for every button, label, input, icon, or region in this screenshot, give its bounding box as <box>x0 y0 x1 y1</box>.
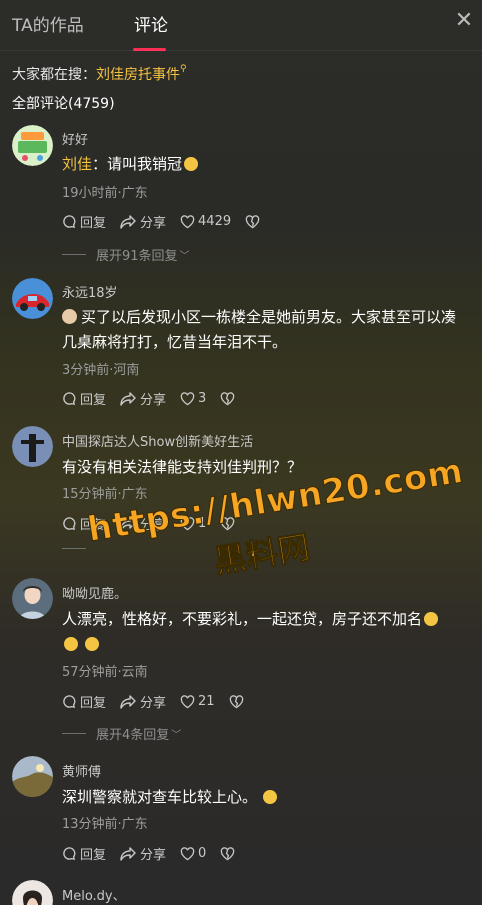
dislike-button[interactable] <box>229 694 247 709</box>
comment-text: 刘佳：请叫我销冠 <box>62 152 462 177</box>
comment-actions: 回复 分享 21 <box>62 692 261 711</box>
reply-button[interactable]: 回复 <box>62 844 106 863</box>
comment-author[interactable]: 永远18岁 <box>62 282 118 301</box>
dislike-button[interactable] <box>245 214 263 229</box>
like-button[interactable]: 1 <box>180 516 206 531</box>
like-button[interactable]: 0 <box>180 846 206 861</box>
broken-heart-icon <box>221 391 235 405</box>
comment-text: 人漂亮，性格好，不要彩礼，一起还贷，房子还不加名 <box>62 607 462 657</box>
comment-meta: 15分钟前·广东 <box>62 487 148 502</box>
share-button[interactable]: 分享 <box>120 212 166 231</box>
close-icon[interactable]: ✕ <box>452 9 476 33</box>
heart-icon <box>180 516 195 530</box>
share-icon <box>120 517 136 531</box>
comment-meta: 57分钟前·云南 <box>62 665 148 680</box>
heart-icon <box>180 391 195 405</box>
comment-meta: 13分钟前·广东 <box>62 817 148 832</box>
expand-replies-rule <box>62 548 96 549</box>
comment-text: 有没有相关法律能支持刘佳判刑？？ <box>62 458 303 476</box>
share-icon <box>120 215 136 229</box>
woozy-emoji-icon <box>424 612 439 626</box>
comment-actions: 回复 分享 3 <box>62 389 252 408</box>
share-button[interactable]: 分享 <box>120 389 166 408</box>
share-icon <box>120 392 136 406</box>
reply-icon <box>63 392 76 405</box>
search-term-link[interactable]: 刘佳房托事件 <box>96 67 180 83</box>
share-icon <box>120 695 136 709</box>
like-count: 1 <box>198 516 207 531</box>
tab-works[interactable]: TA的作品 <box>12 11 84 36</box>
search-prefix: 大家都在搜： <box>12 67 96 83</box>
reply-icon <box>63 215 76 228</box>
expand-replies-button[interactable]: 展开91条回复 ﹀ <box>62 245 190 264</box>
comment-author[interactable]: 中国探店达人Show创新美好生活 <box>62 431 253 450</box>
laughing-emoji-icon <box>263 790 278 804</box>
dislike-button[interactable] <box>220 846 238 861</box>
share-button[interactable]: 分享 <box>120 844 166 863</box>
hamster-emoji-icon <box>62 309 77 324</box>
reply-icon <box>63 847 76 860</box>
dislike-button[interactable] <box>220 391 238 406</box>
chevron-down-icon: ﹀ <box>171 730 182 741</box>
like-count: 3 <box>198 391 207 406</box>
comment-actions: 回复 分享 1 <box>62 514 252 533</box>
avatar[interactable] <box>12 880 53 905</box>
search-suggestion: 大家都在搜：刘佳房托事件⚲ <box>12 64 187 84</box>
grin-emoji-icon <box>184 157 199 171</box>
comment-actions: 回复 分享 4429 <box>62 212 277 231</box>
woozy-emoji-icon <box>84 637 99 651</box>
reply-button[interactable]: 回复 <box>62 692 106 711</box>
comment-count: 全部评论(4759) <box>12 96 115 112</box>
like-count: 0 <box>198 846 207 861</box>
comment-author[interactable]: 呦呦见鹿。 <box>62 583 127 602</box>
tab-bar: TA的作品 评论 ✕ <box>0 0 482 51</box>
heart-icon <box>180 846 195 860</box>
avatar[interactable] <box>12 756 53 797</box>
share-button[interactable]: 分享 <box>120 514 166 533</box>
like-button[interactable]: 4429 <box>180 214 231 229</box>
like-count: 21 <box>198 694 215 709</box>
avatar[interactable] <box>12 578 53 619</box>
comment-author[interactable]: 好好 <box>62 129 88 148</box>
expand-replies-button[interactable]: 展开4条回复 ﹀ <box>62 724 181 743</box>
chevron-down-icon: ﹀ <box>179 251 190 262</box>
comment-author[interactable]: Melo.dy、 <box>62 885 126 904</box>
comment-meta: 19小时前·广东 <box>62 186 148 201</box>
broken-heart-icon <box>245 214 260 228</box>
woozy-emoji-icon <box>64 637 78 651</box>
reply-button[interactable]: 回复 <box>62 212 106 231</box>
like-button[interactable]: 21 <box>180 694 215 709</box>
mention-link[interactable]: 刘佳 <box>62 155 92 173</box>
broken-heart-icon <box>229 694 243 708</box>
tab-comments[interactable]: 评论 <box>134 11 168 36</box>
comment-text: 买了以后发现小区一栋楼全是她前男友。大家甚至可以凑 几桌麻将打打，忆昔当年泪不干。 <box>62 308 457 351</box>
heart-icon <box>180 214 195 228</box>
reply-icon <box>63 695 76 708</box>
avatar[interactable] <box>12 125 53 166</box>
heart-icon <box>180 694 195 708</box>
broken-heart-icon <box>221 516 235 530</box>
broken-heart-icon <box>221 846 235 860</box>
comment-meta: 3分钟前·河南 <box>62 363 140 378</box>
comment-text: 深圳警察就对查车比较上心。 <box>62 785 462 810</box>
search-icon: ⚲ <box>180 64 187 74</box>
header-divider <box>0 50 482 51</box>
comment-actions: 回复 分享 0 <box>62 844 252 863</box>
avatar[interactable] <box>12 426 53 467</box>
share-button[interactable]: 分享 <box>120 692 166 711</box>
like-button[interactable]: 3 <box>180 391 206 406</box>
dislike-button[interactable] <box>220 516 238 531</box>
reply-button[interactable]: 回复 <box>62 514 106 533</box>
share-icon <box>120 847 136 861</box>
avatar[interactable] <box>12 278 53 319</box>
like-count: 4429 <box>198 214 232 229</box>
comment-author[interactable]: 黄师傅 <box>62 761 101 780</box>
reply-button[interactable]: 回复 <box>62 389 106 408</box>
reply-icon <box>63 517 76 530</box>
